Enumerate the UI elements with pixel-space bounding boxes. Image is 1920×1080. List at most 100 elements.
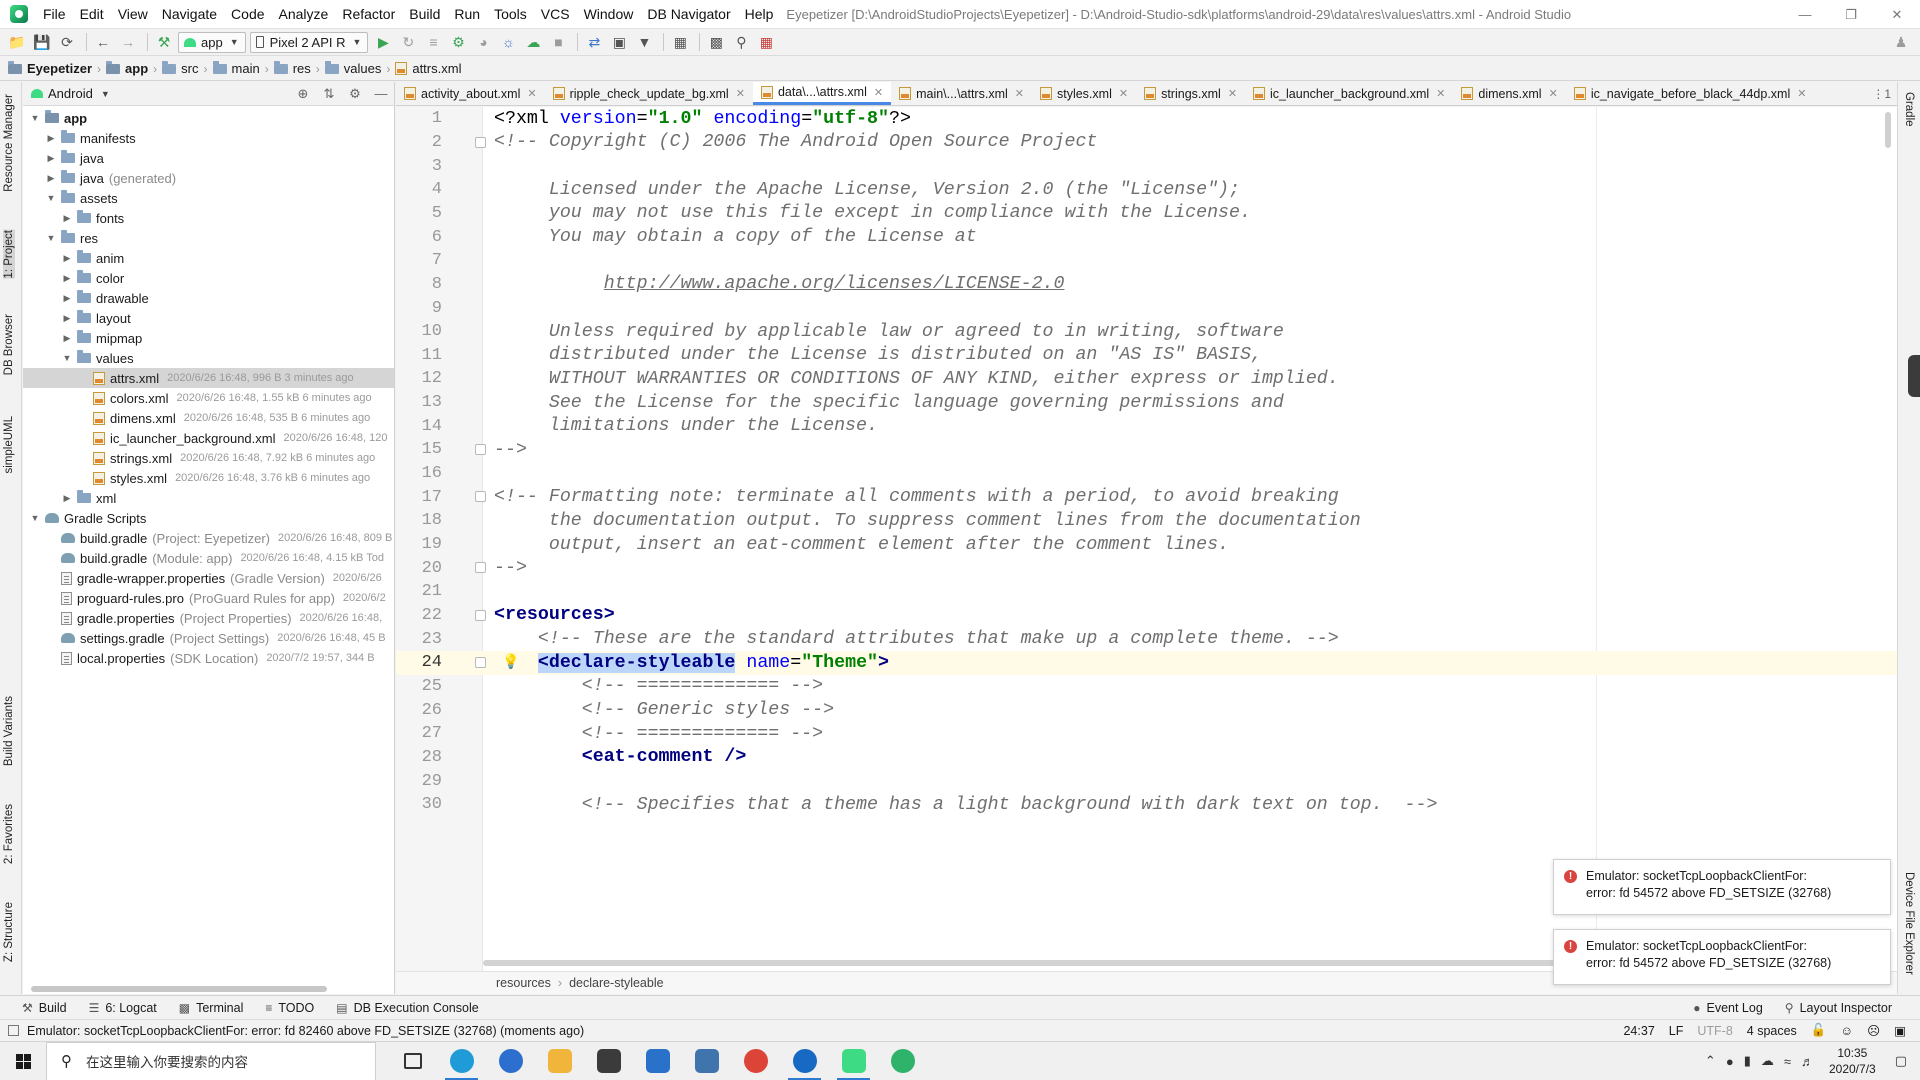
editor-tab[interactable]: activity_about.xml ✕ <box>396 82 545 105</box>
editor-tab[interactable]: styles.xml ✕ <box>1032 82 1136 105</box>
wifi-icon[interactable]: ≈ <box>1784 1054 1791 1069</box>
clock[interactable]: 10:35 2020/7/3 <box>1829 1045 1876 1077</box>
code-line[interactable]: 4 Licensed under the Apache License, Ver… <box>396 178 1897 202</box>
tree-item[interactable]: ▶ color <box>23 268 394 288</box>
lock-icon[interactable]: 🔓 <box>1811 1023 1827 1038</box>
side-scroll-marker[interactable] <box>1908 355 1920 397</box>
tree-item[interactable]: build.gradle (Project: Eyepetizer) 2020/6/… <box>23 528 394 548</box>
editor-crumb-item[interactable]: declare-styleable <box>569 976 664 990</box>
tree-item[interactable]: gradle-wrapper.properties (Gradle Version… <box>23 568 394 588</box>
make-project-hammer-icon[interactable]: ⚒ <box>153 31 175 53</box>
menu-tools[interactable]: Tools <box>487 0 534 29</box>
tree-item[interactable]: proguard-rules.pro (ProGuard Rules for ap… <box>23 588 394 608</box>
qq-penguin-icon[interactable]: ● <box>1726 1054 1734 1069</box>
code-line[interactable]: 3 <box>396 154 1897 178</box>
hide-panel-icon[interactable]: — <box>368 86 394 101</box>
close-tab-icon[interactable]: ✕ <box>1436 87 1445 100</box>
tree-item[interactable]: ▶ drawable <box>23 288 394 308</box>
expand-right-icon[interactable]: ▶ <box>61 493 73 504</box>
code-line[interactable]: 19 output, insert an eat-comment element… <box>396 533 1897 557</box>
tree-item[interactable]: ▼ res <box>23 228 394 248</box>
tree-item[interactable]: ▼ values <box>23 348 394 368</box>
menu-edit[interactable]: Edit <box>73 0 111 29</box>
toggle-tool-windows-icon[interactable] <box>8 1025 19 1036</box>
close-tab-icon[interactable]: ✕ <box>1797 87 1806 100</box>
menu-file[interactable]: File <box>36 0 73 29</box>
code-line[interactable]: 11 distributed under the License is dist… <box>396 344 1897 368</box>
tree-item[interactable]: ▼ Gradle Scripts <box>23 508 394 528</box>
expand-right-icon[interactable]: ▶ <box>45 153 57 164</box>
tree-item[interactable]: local.properties (SDK Location) 2020/7/2 1… <box>23 648 394 668</box>
chrome-icon[interactable] <box>731 1042 780 1080</box>
caret-position[interactable]: 24:37 <box>1623 1024 1654 1038</box>
tree-item[interactable]: ic_launcher_background.xml 2020/6/26 16:4… <box>23 428 394 448</box>
tool-window-event-log[interactable]: ● Event Log <box>1693 1001 1763 1015</box>
volume-icon[interactable]: ♬ <box>1801 1054 1814 1069</box>
expand-right-icon[interactable]: ▶ <box>61 333 73 344</box>
close-tab-icon[interactable]: ✕ <box>527 87 536 100</box>
menu-window[interactable]: Window <box>577 0 641 29</box>
device-selector[interactable]: Pixel 2 API R ▼ <box>249 31 369 53</box>
sync-icon[interactable]: ⟳ <box>56 31 78 53</box>
windows-start-icon[interactable] <box>0 1042 46 1080</box>
close-tab-icon[interactable]: ✕ <box>1228 87 1237 100</box>
tree-item[interactable]: ▶ fonts <box>23 208 394 228</box>
tree-item[interactable]: ▼ app <box>23 108 394 128</box>
network-icon[interactable]: ☁ <box>1761 1053 1774 1069</box>
project-view-selector[interactable]: Android ▼ <box>31 86 110 101</box>
collapse-all-icon[interactable]: ⇅ <box>316 86 342 102</box>
tool-window-todo[interactable]: ≡ TODO <box>265 1001 314 1015</box>
file-explorer-icon[interactable] <box>535 1042 584 1080</box>
editor-tab[interactable]: main\...\attrs.xml ✕ <box>891 82 1032 105</box>
code-line[interactable]: 7 <box>396 249 1897 273</box>
attach-debugger-icon[interactable]: ☼ <box>497 31 519 53</box>
code-line[interactable]: 16 <box>396 462 1897 486</box>
breadcrumb-item[interactable]: attrs.xml <box>395 61 461 76</box>
restore-icon[interactable]: ❐ <box>1828 0 1874 29</box>
status-message[interactable]: Emulator: socketTcpLoopbackClientFor: er… <box>27 1024 584 1038</box>
save-all-icon[interactable]: 💾 <box>31 31 53 53</box>
tool-tab-gradle[interactable]: Gradle <box>1903 92 1915 127</box>
tabs-overflow-button[interactable]: ⋮1 <box>1866 82 1897 105</box>
menu-run[interactable]: Run <box>447 0 487 29</box>
fold-marker-icon[interactable] <box>475 444 486 456</box>
notification-balloon[interactable]: ! Emulator: socketTcpLoopbackClientFor: … <box>1553 859 1891 915</box>
tree-item[interactable]: ▶ layout <box>23 308 394 328</box>
task-view-icon[interactable] <box>388 1042 437 1080</box>
expand-right-icon[interactable]: ▶ <box>61 213 73 224</box>
tree-item[interactable]: ▶ mipmap <box>23 328 394 348</box>
code-line[interactable]: 21 <box>396 580 1897 604</box>
expand-right-icon[interactable]: ▶ <box>61 253 73 264</box>
code-line[interactable]: 5 you may not use this file except in co… <box>396 202 1897 226</box>
store-icon[interactable] <box>584 1042 633 1080</box>
fold-marker-icon[interactable] <box>475 136 486 148</box>
back-arrow-icon[interactable]: ← <box>92 31 114 53</box>
menu-refactor[interactable]: Refactor <box>335 0 402 29</box>
code-line[interactable]: 6 You may obtain a copy of the License a… <box>396 225 1897 249</box>
code-line[interactable]: 26 <!-- Generic styles --> <box>396 698 1897 722</box>
device-manager-icon[interactable]: ▩ <box>705 31 727 53</box>
tree-item[interactable]: gradle.properties (Project Properties) 202… <box>23 608 394 628</box>
tree-item[interactable]: ▶ java <box>23 148 394 168</box>
sdk-manager-icon[interactable]: ▼ <box>633 31 655 53</box>
apply-code-changes-icon[interactable]: ≡ <box>422 31 444 53</box>
editor-tab[interactable]: ic_launcher_background.xml ✕ <box>1245 82 1453 105</box>
memory-indicator-icon[interactable]: ▣ <box>1894 1023 1906 1038</box>
stop-icon[interactable]: ■ <box>547 31 569 53</box>
tool-tab-favorites[interactable]: 2: Favorites <box>3 804 15 864</box>
breadcrumb-item[interactable]: main › <box>212 60 274 76</box>
search-everywhere-icon[interactable]: ⚲ <box>730 31 752 53</box>
tool-window-db-console[interactable]: ▤ DB Execution Console <box>336 1001 478 1015</box>
editor-tab[interactable]: ic_navigate_before_black_44dp.xml ✕ <box>1566 82 1815 105</box>
code-line[interactable]: 10 Unless required by applicable law or … <box>396 320 1897 344</box>
code-line[interactable]: 28 <eat-comment /> <box>396 746 1897 770</box>
fold-marker-icon[interactable] <box>475 609 486 621</box>
code-line[interactable]: 18 the documentation output. To suppress… <box>396 509 1897 533</box>
code-line[interactable]: 9 <box>396 296 1897 320</box>
run-config-selector[interactable]: app ▼ <box>178 31 246 53</box>
tool-tab-structure[interactable]: Z: Structure <box>3 902 15 962</box>
close-tab-icon[interactable]: ✕ <box>1119 87 1128 100</box>
expand-right-icon[interactable]: ▶ <box>45 173 57 184</box>
python-icon[interactable] <box>682 1042 731 1080</box>
code-line[interactable]: 24 💡 <declare-styleable name="Theme"> <box>396 650 1897 675</box>
